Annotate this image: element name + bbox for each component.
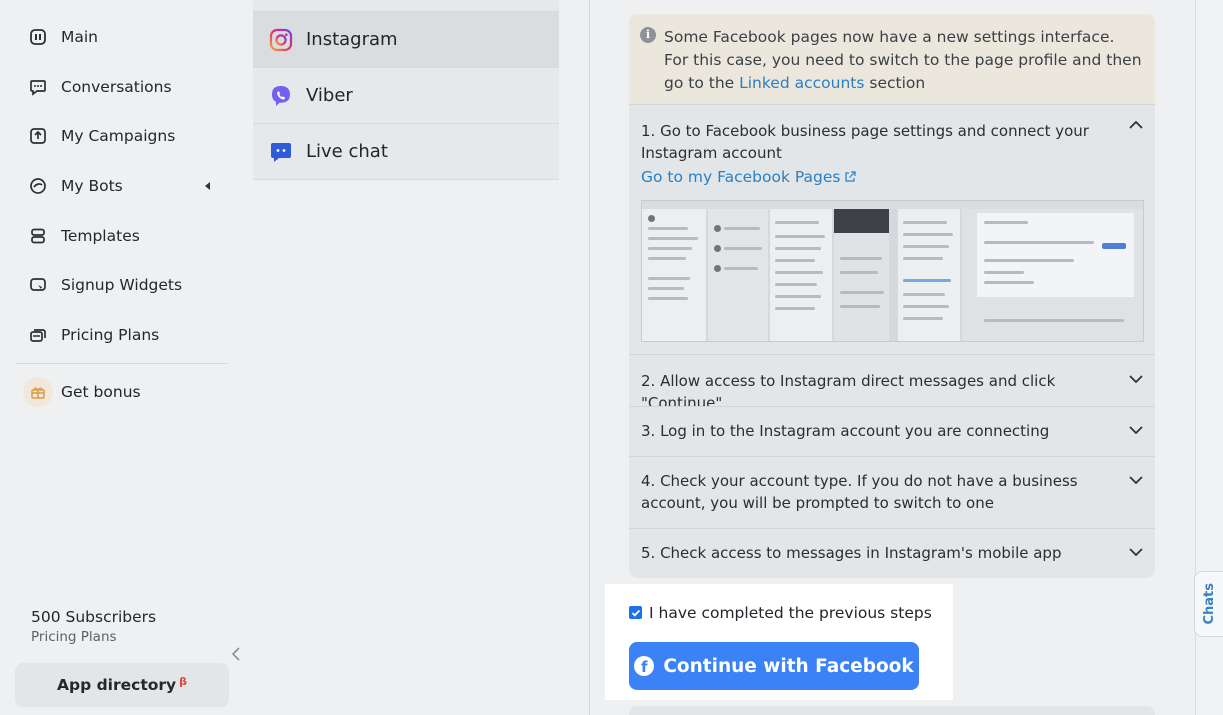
- upload-tray-icon: [28, 126, 48, 146]
- sidebar-item-main[interactable]: Main: [16, 12, 228, 62]
- subscription-info: 500 Subscribers Pricing Plans: [31, 608, 156, 645]
- beta-badge: β: [179, 674, 188, 688]
- channel-label: Viber: [306, 85, 353, 106]
- cards-icon: [28, 325, 48, 345]
- viber-icon: [269, 84, 293, 108]
- widget-icon: [28, 275, 48, 295]
- step-5-accordion[interactable]: 5. Check access to messages in Instagram…: [629, 528, 1155, 578]
- notice-text-end: section: [864, 74, 926, 92]
- get-bonus-label: Get bonus: [61, 383, 141, 401]
- step-1-accordion[interactable]: 1. Go to Facebook business page settings…: [629, 104, 1155, 354]
- channel-item-instagram[interactable]: Instagram: [253, 12, 559, 68]
- instagram-icon: [269, 28, 293, 52]
- step-3-accordion[interactable]: 3. Log in to the Instagram account you a…: [629, 406, 1155, 456]
- step-5-title: 5. Check access to messages in Instagram…: [641, 544, 1062, 562]
- chevron-up-icon[interactable]: [1129, 120, 1143, 130]
- chevron-down-icon[interactable]: [1129, 547, 1143, 557]
- channel-label: Live chat: [306, 141, 388, 162]
- sidebar-item-templates[interactable]: Templates: [16, 211, 228, 261]
- pricing-plans-link[interactable]: Pricing Plans: [31, 629, 156, 645]
- chat-bubble-icon: [28, 77, 48, 97]
- active-channel-pointer: [579, 30, 589, 50]
- stack-icon: [28, 226, 48, 246]
- sidebar-item-pricing-plans[interactable]: Pricing Plans: [16, 310, 228, 360]
- home-icon: [28, 27, 48, 47]
- linked-accounts-link[interactable]: Linked accounts: [739, 74, 864, 92]
- sidebar-divider: [16, 363, 228, 364]
- sidebar-item-label: My Campaigns: [61, 127, 176, 146]
- sidebar-item-signup-widgets[interactable]: Signup Widgets: [16, 260, 228, 310]
- get-bonus-button[interactable]: Get bonus: [16, 370, 228, 414]
- chats-tab[interactable]: Chats: [1194, 571, 1223, 637]
- step-2-accordion[interactable]: 2. Allow access to Instagram direct mess…: [629, 354, 1155, 412]
- channel-item-live-chat[interactable]: Live chat: [253, 124, 559, 180]
- facebook-settings-screenshot: [641, 200, 1144, 342]
- continue-with-facebook-label: Continue with Facebook: [663, 655, 914, 677]
- step-4-title: 4. Check your account type. If you do no…: [641, 472, 1078, 512]
- app-directory-label: App directory: [56, 676, 177, 694]
- sidebar-nav: Main Conversations My Campaigns My Bots: [16, 12, 228, 360]
- settings-notice: i Some Facebook pages now have a new set…: [629, 14, 1155, 104]
- step-1-title: 1. Go to Facebook business page settings…: [641, 122, 1089, 162]
- steps-completed-label[interactable]: I have completed the previous steps: [649, 604, 932, 622]
- gift-icon: [23, 377, 53, 407]
- facebook-icon: f: [634, 656, 655, 676]
- subscriber-count: 500 Subscribers: [31, 608, 157, 626]
- chevron-down-icon[interactable]: [1129, 475, 1143, 485]
- continue-with-facebook-button[interactable]: f Continue with Facebook: [629, 642, 919, 690]
- app-directory-button[interactable]: App directory β: [15, 663, 229, 707]
- collapse-sidebar-icon[interactable]: [229, 646, 243, 662]
- chevron-down-icon[interactable]: [1129, 374, 1143, 384]
- step-3-title: 3. Log in to the Instagram account you a…: [641, 422, 1050, 440]
- sidebar-item-label: Signup Widgets: [61, 276, 183, 295]
- step-4-accordion[interactable]: 4. Check your account type. If you do no…: [629, 456, 1155, 528]
- checkmark-icon: [631, 609, 640, 617]
- channel-list: Instagram Viber Live chat: [253, 0, 559, 180]
- sidebar-item-label: My Bots: [61, 176, 123, 195]
- sidebar-item-label: Pricing Plans: [61, 325, 160, 344]
- channel-item-viber[interactable]: Viber: [253, 68, 559, 124]
- sidebar-item-label: Conversations: [61, 77, 172, 96]
- sidebar-item-label: Templates: [61, 226, 140, 245]
- chevron-down-icon[interactable]: [1129, 425, 1143, 435]
- channel-label: Instagram: [306, 29, 398, 50]
- external-link-icon: [845, 171, 857, 182]
- next-section-strip: [629, 706, 1155, 715]
- sidebar-item-conversations[interactable]: Conversations: [16, 62, 228, 112]
- facebook-pages-link-label: Go to my Facebook Pages: [641, 168, 841, 186]
- confirmation-panel: I have completed the previous steps f Co…: [605, 584, 953, 700]
- expand-caret-icon[interactable]: [205, 182, 210, 191]
- channel-list-top-item[interactable]: [253, 0, 559, 12]
- chats-tab-label: Chats: [1202, 583, 1217, 625]
- sidebar-item-my-bots[interactable]: My Bots: [16, 161, 228, 211]
- facebook-pages-link[interactable]: Go to my Facebook Pages: [641, 168, 857, 186]
- sidebar: Main Conversations My Campaigns My Bots: [0, 0, 245, 715]
- bot-icon: [28, 176, 48, 196]
- sidebar-item-my-campaigns[interactable]: My Campaigns: [16, 111, 228, 161]
- live-chat-icon: [269, 140, 293, 164]
- sidebar-item-label: Main: [61, 27, 99, 46]
- info-icon: i: [640, 27, 656, 43]
- steps-completed-checkbox[interactable]: [629, 606, 642, 619]
